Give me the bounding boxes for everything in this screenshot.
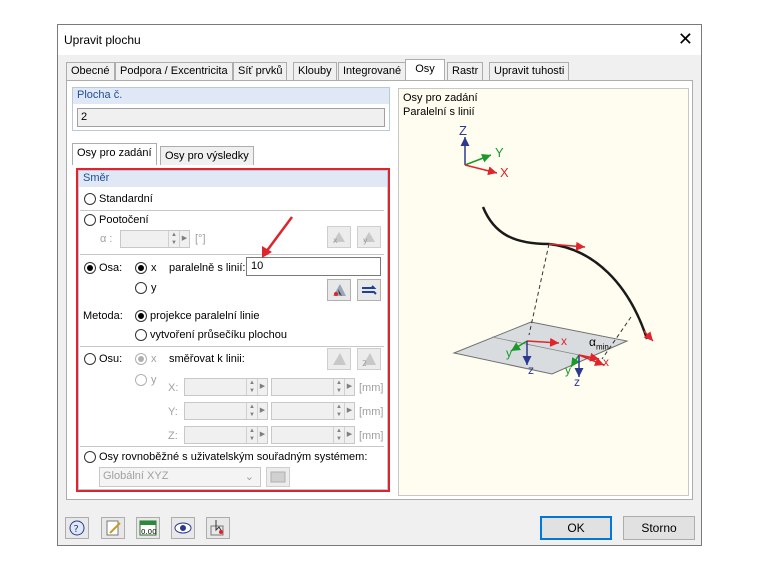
tab-hinges[interactable]: Klouby — [293, 62, 337, 81]
local-y2-label: y — [565, 363, 571, 377]
dialog-title: Upravit plochu — [64, 33, 141, 47]
svg-text:0.00: 0.00 — [141, 528, 157, 536]
tab-general[interactable]: Obecné — [66, 62, 115, 81]
svg-text:?: ? — [74, 524, 79, 535]
edit-icon[interactable] — [101, 517, 125, 539]
local-z2-label: z — [574, 375, 580, 389]
tab-modify-stiffness[interactable]: Upravit tuhosti — [489, 62, 570, 81]
surface-number-label: Plocha č. — [73, 88, 389, 104]
axes-diagram — [452, 137, 654, 377]
local-x2-label: x — [603, 355, 609, 369]
view-icon[interactable] — [171, 517, 195, 539]
ok-button[interactable]: OK — [540, 516, 612, 540]
surface-number-field: 2 — [77, 108, 385, 127]
cancel-button[interactable]: Storno — [623, 516, 695, 540]
alpha-min-label: αmin — [589, 335, 609, 351]
global-y-label: Y — [495, 145, 504, 160]
alpha-subscript: min — [595, 342, 609, 352]
title-bar: Upravit plochu ✕ — [58, 25, 701, 55]
highlight-frame — [76, 168, 390, 492]
local-x1-label: x — [561, 334, 567, 348]
tab-raster[interactable]: Rastr — [447, 62, 484, 81]
preview-pane: Osy pro zadání Paralelní s linií Z Y X α… — [398, 88, 689, 496]
global-z-label: Z — [459, 123, 467, 138]
tab-integrated[interactable]: Integrované — [338, 62, 407, 81]
surface-number-group: Plocha č. 2 — [72, 87, 390, 131]
close-icon[interactable]: ✕ — [678, 29, 693, 49]
local-y1-label: y — [506, 346, 512, 360]
tab-support-eccentricity[interactable]: Podpora / Excentricita — [115, 62, 233, 81]
tab-axes[interactable]: Osy — [405, 59, 445, 82]
help-icon[interactable]: ? — [65, 517, 89, 539]
subtab-result-axes[interactable]: Osy pro výsledky — [160, 146, 254, 165]
units-icon[interactable]: 0.00 — [136, 517, 160, 539]
subtab-input-axes[interactable]: Osy pro zadání — [72, 143, 157, 165]
local-z1-label: z — [528, 363, 534, 377]
tab-mesh[interactable]: Síť prvků — [233, 62, 288, 81]
global-x-label: X — [500, 165, 509, 180]
alpha-symbol: α — [589, 335, 596, 349]
select-icon[interactable] — [206, 517, 230, 539]
